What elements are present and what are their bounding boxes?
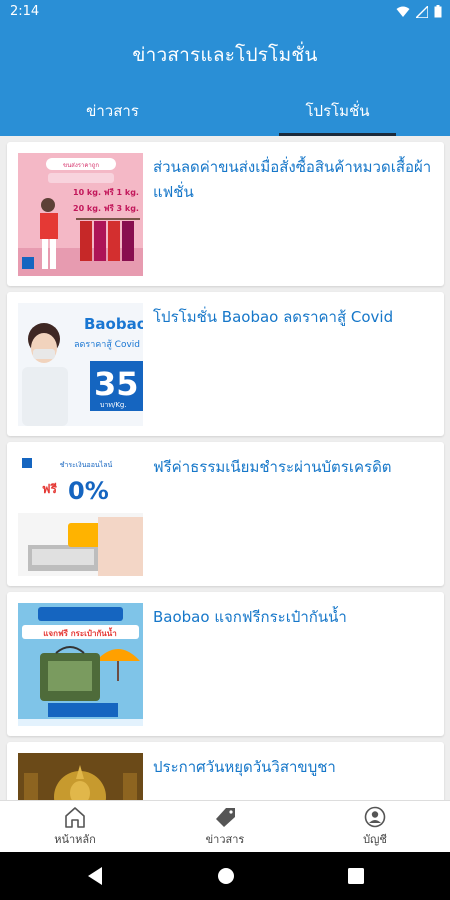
tab-news[interactable]: ข่าวสาร xyxy=(0,86,225,136)
promotion-thumbnail: Baobao ลดราคาสู้ Covid 35 บาท/Kg. xyxy=(18,303,143,426)
promotion-title: Baobao แจกฟรีกระเป๋ากันน้ำ xyxy=(153,608,347,626)
account-icon xyxy=(364,806,386,827)
thumb2-price: 35 xyxy=(94,365,139,403)
thumb3-heading: ชำระเงินออนไลน์ xyxy=(60,460,113,469)
promotion-title: ประกาศวันหยุดวันวิสาขบูชา xyxy=(153,758,336,776)
thumb2-unit: บาท/Kg. xyxy=(100,401,127,409)
tab-news-label: ข่าวสาร xyxy=(86,102,139,120)
nav-account[interactable]: บัญชี xyxy=(300,801,450,852)
page-title: ข่าวสารและโปรโมชั่น xyxy=(132,44,318,66)
home-icon xyxy=(65,806,85,828)
battery-icon xyxy=(434,5,442,18)
tag-icon xyxy=(216,807,235,827)
bottom-navigation: หน้าหลัก ข่าวสาร บัญชี xyxy=(0,800,450,852)
tab-bar: ข่าวสาร โปรโมชั่น xyxy=(0,86,450,136)
status-bar: 2:14 xyxy=(0,0,450,24)
nav-account-label: บัญชี xyxy=(363,832,387,846)
promotion-thumbnail: แจกฟรี กระเป๋ากันน้ำ xyxy=(18,603,143,726)
promotion-list[interactable]: ขนส่งราคาถูก 10 kg. ฟรี 1 kg. 20 kg. ฟรี… xyxy=(0,136,450,800)
promotion-card[interactable]: ชำระเงินออนไลน์ ฟรี 0% ฟรีค่าธรรมเนียมชำ… xyxy=(7,442,444,586)
promotion-thumbnail xyxy=(18,753,143,800)
system-navigation-bar xyxy=(0,852,450,900)
back-icon[interactable] xyxy=(86,866,104,886)
tab-promotions-label: โปรโมชั่น xyxy=(305,102,370,120)
recents-icon[interactable] xyxy=(347,866,365,886)
thumb3-percent: 0% xyxy=(68,477,109,505)
thumb4-heading: แจกฟรี กระเป๋ากันน้ำ xyxy=(43,627,116,638)
promotion-card[interactable]: แจกฟรี กระเป๋ากันน้ำ Baobao แจกฟรีกระเป๋… xyxy=(7,592,444,736)
promotion-title: ส่วนลดค่าขนส่งเมื่อสั่งซื้อสินค้าหมวดเสื… xyxy=(153,158,432,201)
promotion-card[interactable]: Baobao ลดราคาสู้ Covid 35 บาท/Kg. โปรโมช… xyxy=(7,292,444,436)
tab-promotions[interactable]: โปรโมชั่น xyxy=(225,86,450,136)
promotion-card[interactable]: ประกาศวันหยุดวันวิสาขบูชา xyxy=(7,742,444,800)
promotion-thumbnail: ขนส่งราคาถูก 10 kg. ฟรี 1 kg. 20 kg. ฟรี… xyxy=(18,153,143,276)
home-button-icon[interactable] xyxy=(216,866,236,886)
wifi-icon xyxy=(396,6,410,17)
nav-home[interactable]: หน้าหลัก xyxy=(0,801,150,852)
thumb3-free: ฟรี xyxy=(42,482,57,496)
promotion-title: ฟรีค่าธรรมเนียมชำระผ่านบัตรเครดิต xyxy=(153,458,392,476)
thumb1-line1: 10 kg. ฟรี 1 kg. xyxy=(73,187,139,197)
thumb1-banner: ขนส่งราคาถูก xyxy=(63,162,99,169)
status-time: 2:14 xyxy=(10,4,40,19)
thumb2-brand: Baobao xyxy=(84,315,143,333)
promotion-title: โปรโมชั่น Baobao ลดราคาสู้ Covid xyxy=(153,308,394,326)
promotion-thumbnail: ชำระเงินออนไลน์ ฟรี 0% xyxy=(18,453,143,576)
signal-icon xyxy=(416,5,428,18)
status-icons xyxy=(396,5,442,18)
thumb2-sub: ลดราคาสู้ Covid xyxy=(74,339,140,350)
nav-home-label: หน้าหลัก xyxy=(54,832,96,846)
nav-news-label: ข่าวสาร xyxy=(205,832,245,846)
promotion-card[interactable]: ขนส่งราคาถูก 10 kg. ฟรี 1 kg. 20 kg. ฟรี… xyxy=(7,142,444,286)
thumb1-line2: 20 kg. ฟรี 3 kg. xyxy=(73,203,139,213)
app-bar: ข่าวสารและโปรโมชั่น xyxy=(0,24,450,86)
nav-news[interactable]: ข่าวสาร xyxy=(150,801,300,852)
